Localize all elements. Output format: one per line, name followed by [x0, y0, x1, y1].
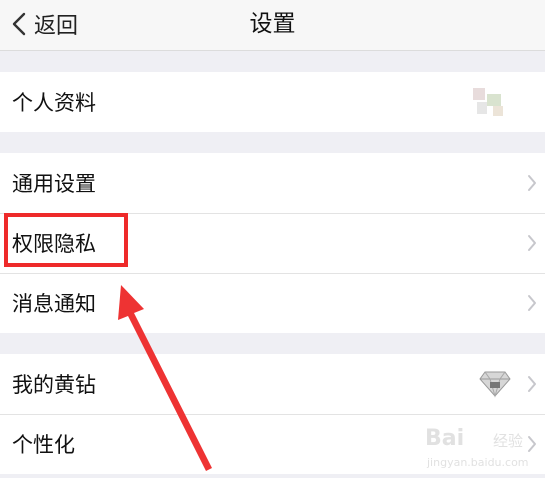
watermark-brand: Bai: [425, 426, 465, 451]
watermark-brand-suffix: 经验: [493, 432, 524, 450]
annotation-arrow: [118, 285, 212, 471]
watermark-url: jingyan.baidu.com: [427, 456, 529, 469]
watermark: Bai 经验 jingyan.baidu.com: [425, 426, 535, 472]
